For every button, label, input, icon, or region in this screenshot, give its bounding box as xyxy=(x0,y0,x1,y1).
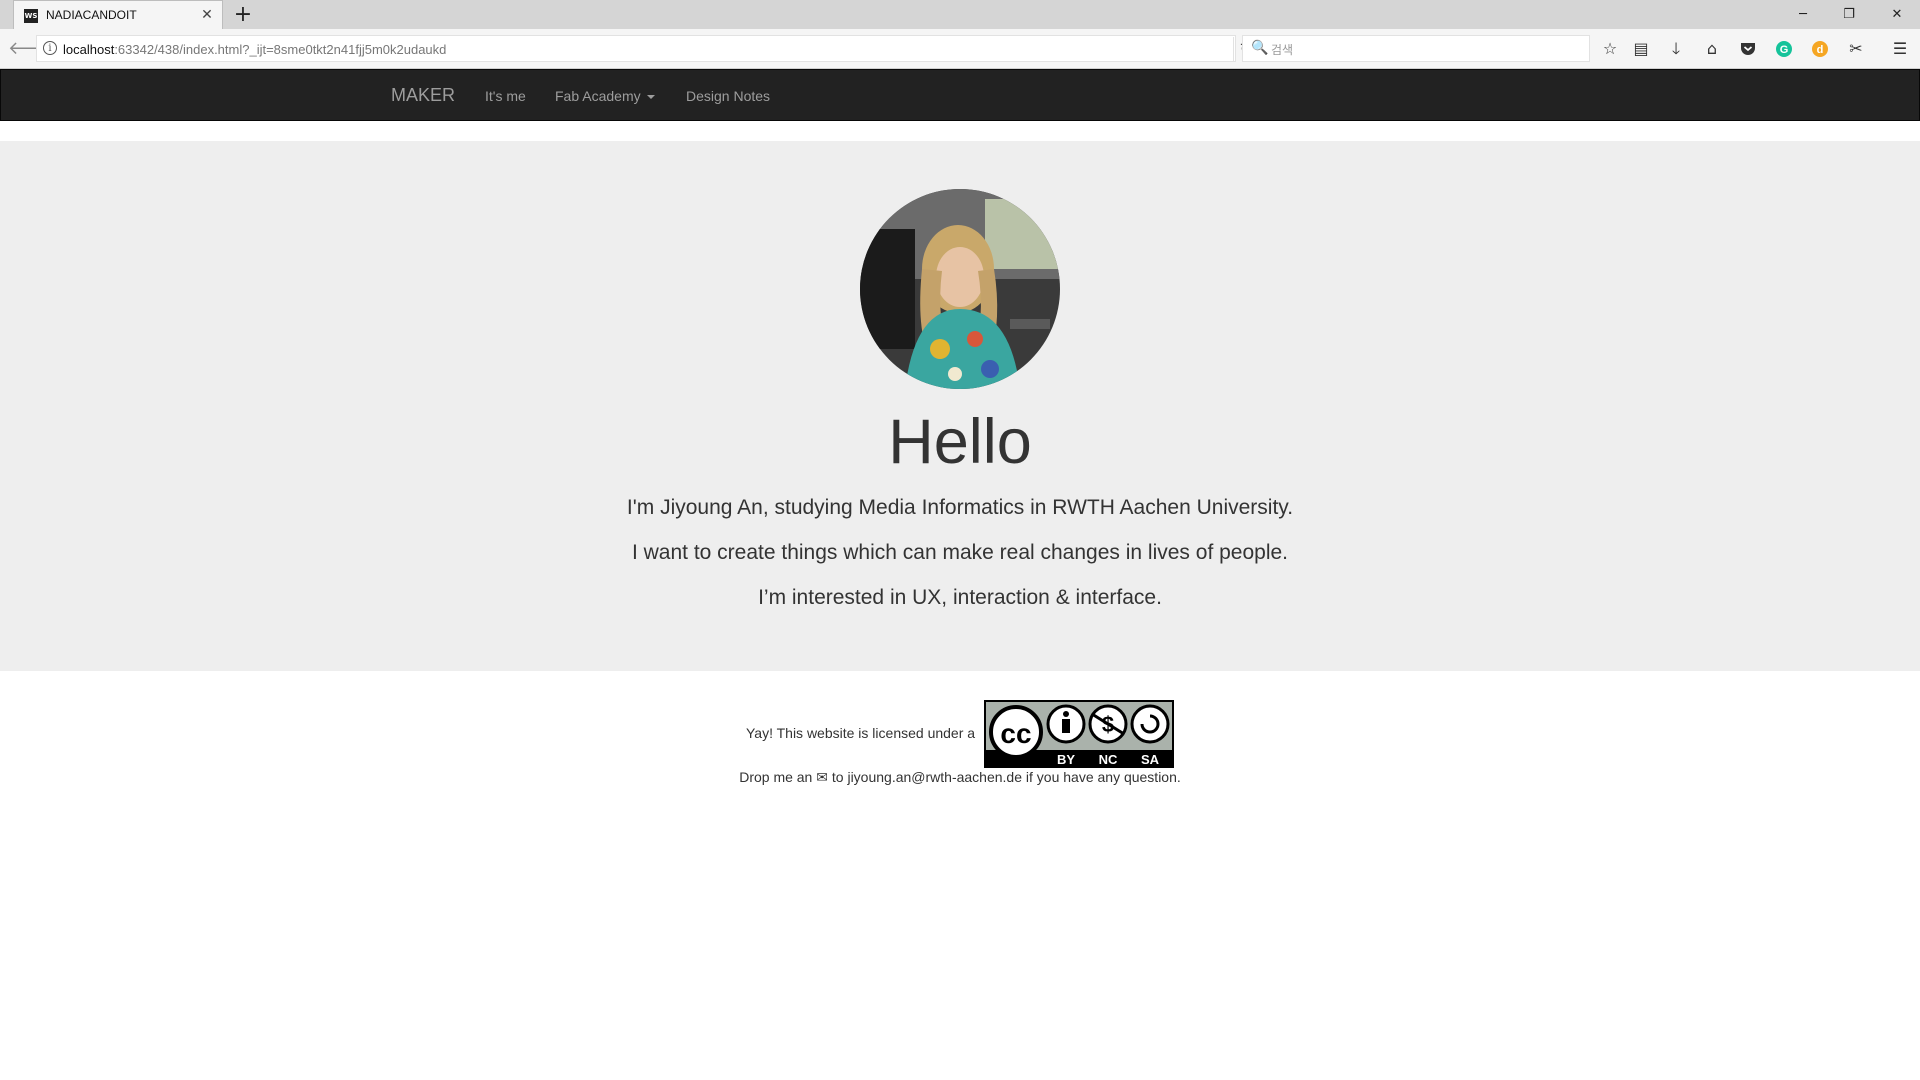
url-bar[interactable]: i localhost:63342/438/index.html?_ijt=8s… xyxy=(36,35,1252,62)
new-tab-button[interactable]: + xyxy=(230,2,256,28)
web-page: MAKER It's me Fab Academy Design Notes H… xyxy=(0,69,1920,1080)
nav-fab-academy[interactable]: Fab Academy xyxy=(555,88,655,104)
info-icon[interactable]: i xyxy=(43,41,57,55)
site-navbar: MAKER It's me Fab Academy Design Notes xyxy=(0,69,1920,121)
browser-tab-strip: WS NADIACANDOIT ✕ + ─ ❐ ✕ xyxy=(0,0,1920,29)
contact-line: Drop me an ✉ to jiyoung.an@rwth-aachen.d… xyxy=(0,769,1920,786)
intro-line: I'm Jiyoung An, studying Media Informati… xyxy=(626,496,1294,519)
intro-line: I’m interested in UX, interaction & inte… xyxy=(758,586,1162,609)
cc-text: cc xyxy=(1000,718,1031,749)
webstorm-icon: WS xyxy=(24,9,38,23)
email-link[interactable]: jiyoung.an@rwth-aachen.de xyxy=(847,769,1022,785)
url-text[interactable]: localhost:63342/438/index.html?_ijt=8sme… xyxy=(63,42,446,57)
pocket-icon[interactable] xyxy=(1734,35,1762,63)
intro-line: I want to create things which can make r… xyxy=(631,541,1289,564)
svg-text:G: G xyxy=(1780,44,1789,56)
back-arrow-icon[interactable]: 🡐 xyxy=(8,37,56,61)
bookmark-star-icon[interactable]: ☆ xyxy=(1596,35,1624,63)
extension-orange-icon[interactable]: d xyxy=(1806,35,1834,63)
contact-mid: to xyxy=(831,769,844,785)
home-icon[interactable]: ⌂ xyxy=(1698,35,1726,63)
badge-nc: NC xyxy=(1099,752,1118,767)
search-bar[interactable]: 🔍 검색 xyxy=(1242,35,1590,62)
search-icon: 🔍 xyxy=(1251,40,1269,56)
tab-close-icon[interactable]: ✕ xyxy=(198,6,216,24)
nav-design-notes[interactable]: Design Notes xyxy=(686,88,770,104)
license-text: Yay! This website is licensed under a xyxy=(746,725,976,741)
svg-text:$: $ xyxy=(1102,712,1114,737)
hero-section: Hello I'm Jiyoung An, studying Media Inf… xyxy=(0,141,1920,671)
minimize-button[interactable]: ─ xyxy=(1780,0,1826,29)
browser-tab[interactable]: WS NADIACANDOIT ✕ xyxy=(13,0,223,29)
profile-photo xyxy=(860,189,1060,389)
cc-license-badge[interactable]: cc $ BY NC SA xyxy=(984,700,1174,768)
reading-list-icon[interactable]: ▤ xyxy=(1627,35,1655,63)
restore-button[interactable]: ❐ xyxy=(1826,0,1872,29)
license-row: Yay! This website is licensed under a cc… xyxy=(0,700,1920,770)
badge-sa: SA xyxy=(1141,752,1160,767)
badge-by: BY xyxy=(1057,752,1075,767)
hero-heading: Hello xyxy=(888,407,1032,477)
grammarly-icon[interactable]: G xyxy=(1770,35,1798,63)
window-close-button[interactable]: ✕ xyxy=(1874,0,1920,29)
download-icon[interactable]: 🡓 xyxy=(1662,35,1690,63)
brand-link[interactable]: MAKER xyxy=(391,85,455,106)
contact-suffix: if you have any question. xyxy=(1025,769,1181,785)
caret-down-icon xyxy=(646,95,655,100)
extension-tools-icon[interactable]: ✂ xyxy=(1842,35,1870,63)
envelope-icon: ✉ xyxy=(816,770,828,786)
hamburger-menu-icon[interactable]: ☰ xyxy=(1886,35,1914,63)
browser-toolbar: 🡐 i localhost:63342/438/index.html?_ijt=… xyxy=(0,29,1920,69)
nav-its-me[interactable]: It's me xyxy=(485,88,526,104)
svg-text:d: d xyxy=(1817,44,1824,56)
contact-prefix: Drop me an xyxy=(739,769,813,785)
search-placeholder: 검색 xyxy=(1271,43,1294,57)
tab-title: NADIACANDOIT xyxy=(46,8,137,22)
